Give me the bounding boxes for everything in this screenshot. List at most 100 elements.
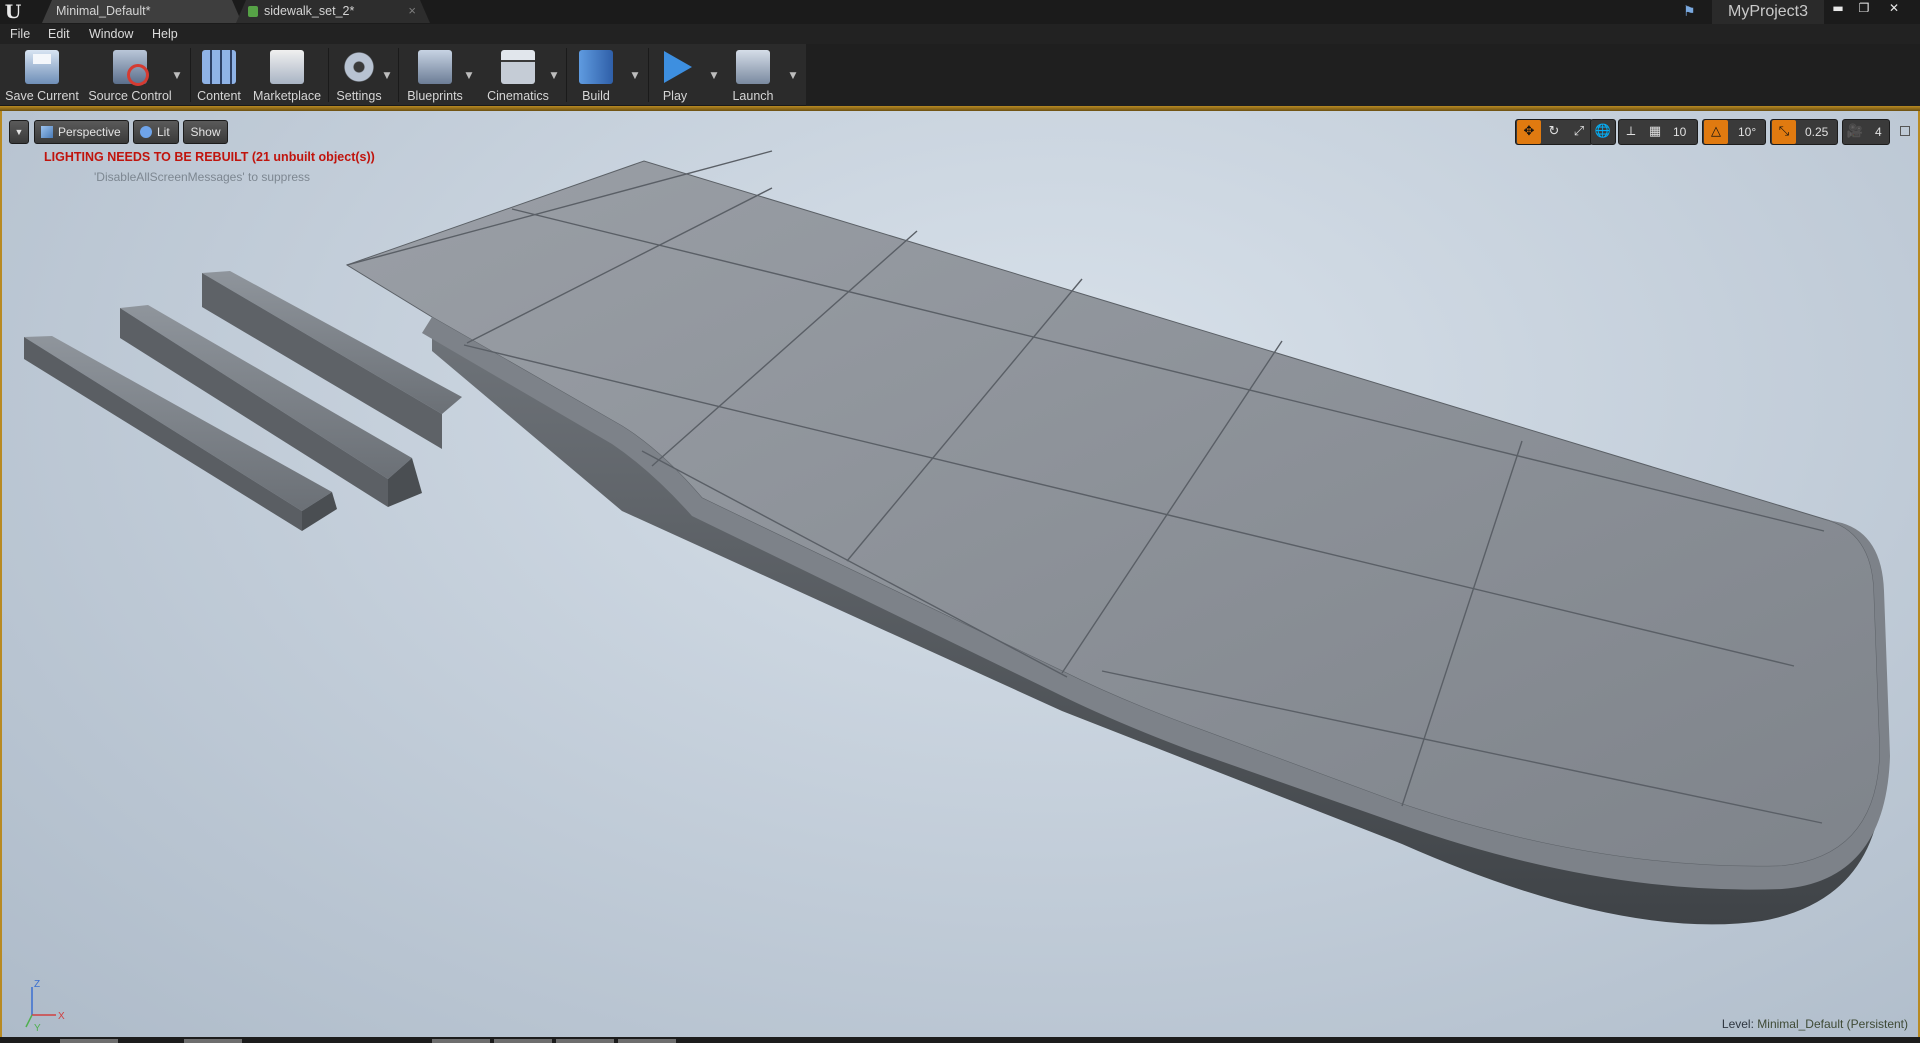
camera-speed-icon[interactable]: 🎥	[1843, 120, 1867, 144]
launch-label: Launch	[732, 89, 774, 103]
save-current-label: Save Current	[5, 89, 79, 103]
world-local-toggle: 🌐	[1590, 119, 1616, 145]
cinematics-clapper-icon	[501, 50, 535, 84]
transform-tools-group: ✥ ↻ ⤢	[1515, 119, 1593, 145]
rotation-snap-value[interactable]: 10°	[1738, 120, 1756, 144]
camera-speed-group: 🎥 4	[1842, 119, 1890, 145]
static-mesh-icon	[248, 6, 258, 17]
source-control-dropdown-icon[interactable]: ▼	[172, 71, 182, 81]
toolbar-divider	[328, 48, 329, 102]
source-control-icon	[113, 50, 149, 86]
minimize-button[interactable]: ▬	[1826, 0, 1850, 16]
bottom-tab[interactable]	[432, 1039, 490, 1043]
settings-dropdown-icon[interactable]: ▼	[382, 71, 392, 81]
toolbar-divider	[648, 48, 649, 102]
surface-snap-icon[interactable]: ⟂	[1619, 120, 1643, 144]
build-button[interactable]: Build	[570, 44, 622, 106]
level-viewport[interactable]: ▼ Perspective Lit Show LIGHTING NEEDS TO…	[0, 111, 1920, 1037]
bottom-tab[interactable]	[618, 1039, 676, 1043]
settings-button[interactable]: Settings	[332, 44, 386, 106]
maximize-viewport-icon[interactable]	[1900, 126, 1910, 136]
tab-label: Minimal_Default*	[56, 4, 151, 18]
launch-icon	[736, 50, 770, 84]
axis-gizmo: Z X Y	[25, 979, 65, 1034]
scale-snap-icon[interactable]: ⤡	[1772, 120, 1796, 144]
marketplace-icon	[270, 50, 304, 84]
project-name: MyProject3	[1712, 0, 1824, 24]
build-dropdown-icon[interactable]: ▼	[630, 71, 640, 81]
toolbar-divider	[398, 48, 399, 102]
toolbar-divider	[566, 48, 567, 102]
bottom-tab[interactable]	[494, 1039, 552, 1043]
rotation-snap-icon[interactable]: △	[1704, 120, 1728, 144]
scene-render[interactable]	[2, 111, 1918, 1037]
blueprints-icon	[418, 50, 452, 84]
launch-button[interactable]: Launch	[726, 44, 780, 106]
level-prefix: Level:	[1721, 1017, 1754, 1031]
source-control-button[interactable]: Source Control	[86, 44, 174, 106]
settings-label: Settings	[336, 89, 382, 103]
lit-button[interactable]: Lit	[133, 120, 179, 144]
menu-file[interactable]: File	[10, 24, 30, 44]
title-bar: U Minimal_Default* sidewalk_set_2* × ⚑ M…	[0, 0, 1920, 24]
warning-suppress-hint: 'DisableAllScreenMessages' to suppress	[94, 170, 311, 184]
rotation-snap-group: △ 10°	[1702, 119, 1766, 145]
play-icon	[658, 50, 692, 84]
scale-snap-value[interactable]: 0.25	[1805, 120, 1828, 144]
restore-button[interactable]: ❐	[1852, 0, 1876, 16]
viewport-options-button[interactable]: ▼	[9, 120, 29, 144]
scale-tool-icon[interactable]: ⤢	[1567, 120, 1591, 144]
lit-sphere-icon	[140, 126, 152, 138]
show-label: Show	[190, 125, 221, 139]
rotate-tool-icon[interactable]: ↻	[1542, 120, 1566, 144]
content-label: Content	[197, 89, 241, 103]
scale-snap-group: ⤡ 0.25	[1770, 119, 1838, 145]
marketplace-label: Marketplace	[252, 89, 322, 103]
perspective-label: Perspective	[58, 125, 121, 139]
close-tab-icon[interactable]: ×	[408, 0, 416, 22]
z-axis-label: Z	[34, 979, 40, 990]
blueprints-button[interactable]: Blueprints	[402, 44, 468, 106]
world-globe-icon[interactable]: 🌐	[1591, 120, 1615, 144]
y-axis-label: Y	[34, 1023, 41, 1034]
settings-gear-icon	[342, 50, 376, 84]
blueprints-dropdown-icon[interactable]: ▼	[464, 71, 474, 81]
lit-label: Lit	[157, 125, 170, 139]
menu-help[interactable]: Help	[152, 24, 178, 44]
content-button[interactable]: Content	[194, 44, 244, 106]
x-axis-label: X	[58, 1011, 65, 1022]
blueprints-label: Blueprints	[407, 89, 463, 103]
project-flag-icon: ⚑	[1683, 4, 1696, 20]
marketplace-button[interactable]: Marketplace	[250, 44, 324, 106]
unreal-logo-icon: U	[4, 1, 22, 23]
menu-window[interactable]: Window	[89, 24, 133, 44]
cinematics-dropdown-icon[interactable]: ▼	[549, 71, 559, 81]
cinematics-button[interactable]: Cinematics	[482, 44, 554, 106]
build-label: Build	[582, 89, 610, 103]
source-control-label: Source Control	[88, 89, 172, 103]
play-label: Play	[662, 89, 688, 103]
bottom-tab[interactable]	[60, 1039, 118, 1043]
close-window-button[interactable]: ✕	[1882, 0, 1906, 16]
grid-snap-icon[interactable]: ▦	[1643, 120, 1667, 144]
perspective-button[interactable]: Perspective	[34, 120, 129, 144]
show-button[interactable]: Show	[183, 120, 228, 144]
cinematics-label: Cinematics	[487, 89, 549, 103]
play-dropdown-icon[interactable]: ▼	[709, 71, 719, 81]
play-button[interactable]: Play	[652, 44, 698, 106]
camera-speed-value[interactable]: 4	[1875, 120, 1882, 144]
tab-minimal-default[interactable]: Minimal_Default*	[42, 0, 242, 23]
bottom-tab[interactable]	[556, 1039, 614, 1043]
tab-sidewalk-set-2[interactable]: sidewalk_set_2* ×	[236, 0, 430, 23]
menu-edit[interactable]: Edit	[48, 24, 70, 44]
launch-dropdown-icon[interactable]: ▼	[788, 71, 798, 81]
grid-snap-value[interactable]: 10	[1673, 120, 1686, 144]
main-toolbar: Save Current Source Control ▼ Content Ma…	[0, 44, 806, 106]
build-icon	[579, 50, 613, 84]
y-axis-line	[25, 1014, 33, 1028]
sidewalk-top-surface	[345, 160, 1881, 867]
translate-tool-icon[interactable]: ✥	[1517, 120, 1541, 144]
bottom-tab[interactable]	[184, 1039, 242, 1043]
chevron-down-icon: ▼	[14, 127, 24, 137]
save-current-button[interactable]: Save Current	[2, 44, 82, 106]
